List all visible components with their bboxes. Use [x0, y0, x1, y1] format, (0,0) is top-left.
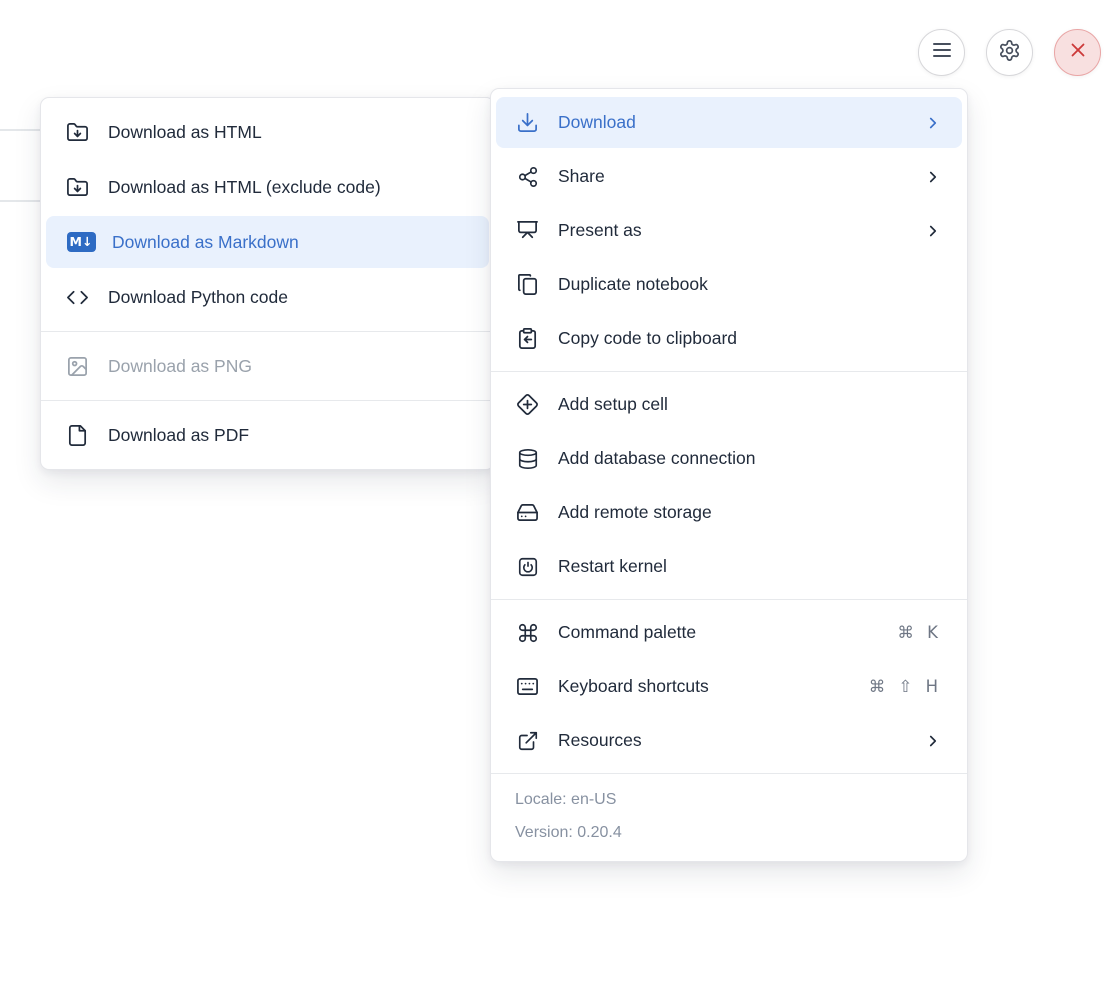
menu-item-download-as-png: Download as PNG [46, 340, 489, 392]
menu-item-label: Download as HTML [108, 122, 262, 143]
menu-item-label: Restart kernel [558, 556, 667, 577]
chevron-right-icon [924, 114, 942, 132]
file-icon [66, 424, 89, 447]
menu-item-label: Download Python code [108, 287, 288, 308]
notebook-menu-button[interactable] [918, 29, 965, 76]
keyboard-icon [516, 675, 539, 698]
menu-item-download-as-markdown[interactable]: M↓ Download as Markdown [46, 216, 489, 268]
menu-footer: Locale: en-US Version: 0.20.4 [491, 773, 967, 861]
menu-item-label: Command palette [558, 622, 696, 643]
menu-item-keyboard-shortcuts[interactable]: Keyboard shortcuts ⌘ ⇧ H [496, 661, 962, 712]
page: Download as HTML Download as HTML (exclu… [0, 0, 1118, 984]
folder-download-icon [66, 121, 89, 144]
menu-item-label: Add remote storage [558, 502, 712, 523]
menu-item-label: Copy code to clipboard [558, 328, 737, 349]
shutdown-button[interactable] [1054, 29, 1101, 76]
menu-item-label: Present as [558, 220, 642, 241]
menu-item-duplicate-notebook[interactable]: Duplicate notebook [496, 259, 962, 310]
menu-item-download-as-html[interactable]: Download as HTML [46, 106, 489, 158]
shortcut-hint: ⌘ K [897, 623, 942, 642]
markdown-icon: M↓ [66, 231, 97, 254]
menu-item-label: Resources [558, 730, 642, 751]
menu-item-present-as[interactable]: Present as [496, 205, 962, 256]
menu-item-label: Download as Markdown [112, 232, 299, 253]
menu-item-label: Add database connection [558, 448, 756, 469]
menu-separator [491, 599, 967, 600]
menu-item-download-as-pdf[interactable]: Download as PDF [46, 409, 489, 461]
download-icon [516, 111, 539, 134]
menu-item-label: Download as PNG [108, 356, 252, 377]
external-link-icon [516, 729, 539, 752]
chevron-right-icon [924, 732, 942, 750]
menu-separator [491, 371, 967, 372]
clipboard-copy-icon [516, 327, 539, 350]
menu-item-add-setup-cell[interactable]: Add setup cell [496, 379, 962, 430]
menu-item-download-python-code[interactable]: Download Python code [46, 271, 489, 323]
menu-item-label: Keyboard shortcuts [558, 676, 709, 697]
settings-button[interactable] [986, 29, 1033, 76]
menu-item-add-database-connection[interactable]: Add database connection [496, 433, 962, 484]
menu-item-label: Download [558, 112, 636, 133]
menu-item-download[interactable]: Download [496, 97, 962, 148]
menu-item-share[interactable]: Share [496, 151, 962, 202]
share-icon [516, 165, 539, 188]
chevron-right-icon [924, 168, 942, 186]
menu-separator [41, 400, 494, 401]
menu-item-restart-kernel[interactable]: Restart kernel [496, 541, 962, 592]
version-text: Version: 0.20.4 [515, 816, 943, 849]
gear-icon [998, 39, 1021, 67]
hamburger-icon [930, 38, 954, 67]
code-icon [66, 286, 89, 309]
menu-item-label: Download as PDF [108, 425, 249, 446]
locale-text: Locale: en-US [515, 783, 943, 816]
close-icon [1067, 39, 1089, 66]
shortcut-hint: ⌘ ⇧ H [869, 677, 942, 696]
page-background-rule [0, 129, 40, 131]
hard-drive-icon [516, 501, 539, 524]
menu-item-download-as-html-exclude-code[interactable]: Download as HTML (exclude code) [46, 161, 489, 213]
database-icon [516, 447, 539, 470]
duplicate-icon [516, 273, 539, 296]
notebook-actions-menu: Download Share Present as [490, 88, 968, 862]
menu-item-label: Duplicate notebook [558, 274, 708, 295]
presentation-icon [516, 219, 539, 242]
image-icon [66, 355, 89, 378]
download-submenu: Download as HTML Download as HTML (exclu… [40, 97, 495, 470]
menu-item-add-remote-storage[interactable]: Add remote storage [496, 487, 962, 538]
menu-separator [41, 331, 494, 332]
menu-item-label: Add setup cell [558, 394, 668, 415]
power-icon [516, 555, 539, 578]
chevron-right-icon [924, 222, 942, 240]
diamond-plus-icon [516, 393, 539, 416]
menu-item-label: Share [558, 166, 605, 187]
menu-item-copy-code-to-clipboard[interactable]: Copy code to clipboard [496, 313, 962, 364]
command-icon [516, 621, 539, 644]
folder-download-icon [66, 176, 89, 199]
menu-item-label: Download as HTML (exclude code) [108, 177, 381, 198]
menu-item-resources[interactable]: Resources [496, 715, 962, 766]
menu-item-command-palette[interactable]: Command palette ⌘ K [496, 607, 962, 658]
page-background-rule [0, 200, 40, 202]
